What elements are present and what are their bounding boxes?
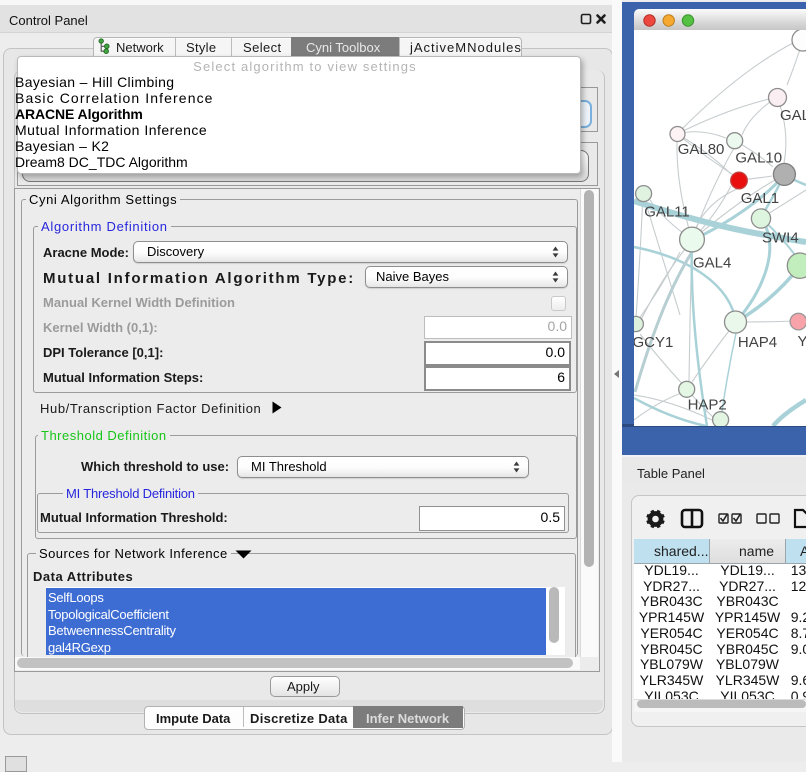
svg-text:GAL80: GAL80 <box>678 141 725 158</box>
svg-text:GAL10: GAL10 <box>735 150 782 167</box>
svg-text:SWI4: SWI4 <box>762 229 799 246</box>
svg-text:GAL7: GAL7 <box>780 107 806 124</box>
svg-text:Y: Y <box>798 333 806 350</box>
svg-text:GAL4: GAL4 <box>693 254 731 271</box>
svg-text:GAL11: GAL11 <box>644 204 690 221</box>
svg-text:HAP2: HAP2 <box>688 397 727 414</box>
svg-text:HAP4: HAP4 <box>738 334 777 351</box>
svg-text:GCY1: GCY1 <box>634 334 673 351</box>
svg-text:GAL1: GAL1 <box>741 190 779 207</box>
